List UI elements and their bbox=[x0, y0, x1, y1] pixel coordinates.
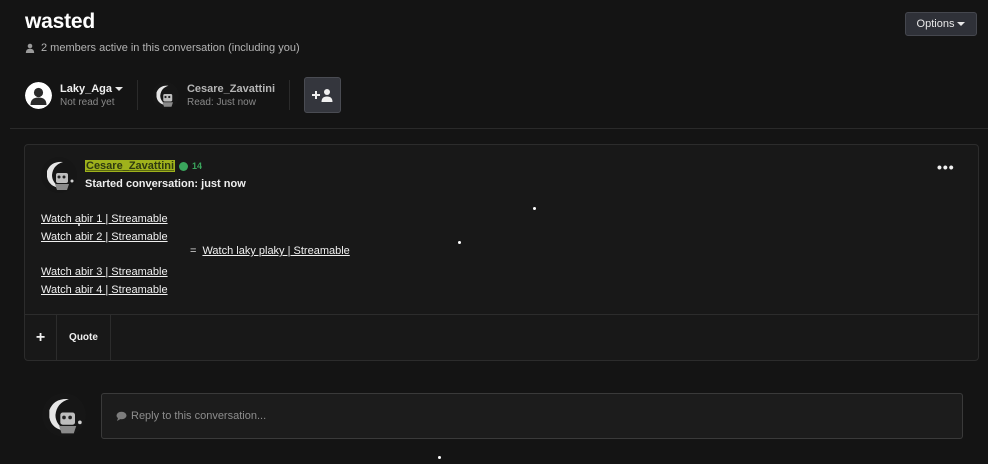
participants-bar: Laky_Aga Not read yet Cesare_Zavattini R… bbox=[25, 77, 342, 113]
snow-dot bbox=[78, 224, 80, 226]
add-user-icon bbox=[311, 89, 333, 102]
streamable-link[interactable]: Watch abir 1 | Streamable bbox=[41, 210, 168, 228]
options-label: Options bbox=[916, 18, 955, 30]
streamable-link[interactable]: Watch abir 3 | Streamable bbox=[41, 263, 168, 281]
message-card: Cesare_Zavattini 14 Started conversation… bbox=[24, 144, 979, 361]
participant-name[interactable]: Cesare_Zavattini bbox=[187, 83, 275, 95]
section-divider bbox=[10, 128, 988, 129]
snow-dot bbox=[150, 188, 152, 190]
divider bbox=[289, 80, 291, 110]
user-avatar bbox=[151, 81, 179, 109]
reply-input[interactable]: Reply to this conversation... bbox=[101, 393, 963, 439]
participant-status: Read: Just now bbox=[186, 96, 256, 108]
participant-status: Not read yet bbox=[60, 96, 115, 108]
author-name[interactable]: Cesare_Zavattini bbox=[85, 160, 176, 172]
equals-sign: = bbox=[190, 245, 197, 257]
reputation-count: 14 bbox=[192, 161, 203, 171]
add-participant-button[interactable] bbox=[304, 77, 342, 113]
equals-line: = Watch laky plaky | Streamable bbox=[190, 245, 350, 257]
message-body: Watch abir 1 | Streamable Watch abir 2 |… bbox=[41, 210, 168, 299]
quote-button[interactable]: Quote bbox=[57, 315, 111, 360]
streamable-link[interactable]: Watch abir 4 | Streamable bbox=[41, 281, 168, 299]
comment-icon bbox=[116, 411, 127, 421]
reply-avatar bbox=[42, 393, 86, 437]
snow-dot bbox=[438, 456, 441, 459]
started-text: Started conversation: just now bbox=[85, 178, 246, 190]
default-avatar-icon bbox=[25, 81, 52, 109]
participant-name[interactable]: Laky_Aga bbox=[60, 83, 123, 95]
author-line: Cesare_Zavattini 14 bbox=[85, 160, 202, 172]
members-text: 2 members active in this conversation (i… bbox=[41, 42, 300, 54]
snow-dot bbox=[458, 241, 461, 244]
caret-down-icon bbox=[957, 22, 966, 26]
options-button[interactable]: Options bbox=[905, 12, 977, 36]
divider bbox=[136, 80, 138, 110]
page-title: wasted bbox=[25, 10, 95, 33]
streamable-link[interactable]: Watch laky plaky | Streamable bbox=[202, 245, 349, 257]
add-reaction-button[interactable]: + bbox=[25, 315, 57, 360]
streamable-link[interactable]: Watch abir 2 | Streamable bbox=[41, 228, 168, 246]
snow-dot bbox=[533, 207, 536, 210]
members-info: 2 members active in this conversation (i… bbox=[25, 42, 300, 54]
user-icon bbox=[25, 43, 35, 53]
caret-down-icon bbox=[114, 86, 123, 91]
reply-placeholder: Reply to this conversation... bbox=[131, 410, 267, 422]
reputation-plus-icon bbox=[179, 161, 189, 171]
more-options-icon[interactable]: ••• bbox=[937, 159, 955, 175]
author-avatar[interactable] bbox=[41, 157, 77, 193]
participant-cesare-zavattini[interactable]: Cesare_Zavattini Read: Just now bbox=[151, 81, 275, 109]
message-footer: + Quote bbox=[25, 314, 978, 360]
participant-laky-aga[interactable]: Laky_Aga Not read yet bbox=[25, 81, 123, 109]
conversation-page: wasted 2 members active in this conversa… bbox=[0, 0, 988, 464]
